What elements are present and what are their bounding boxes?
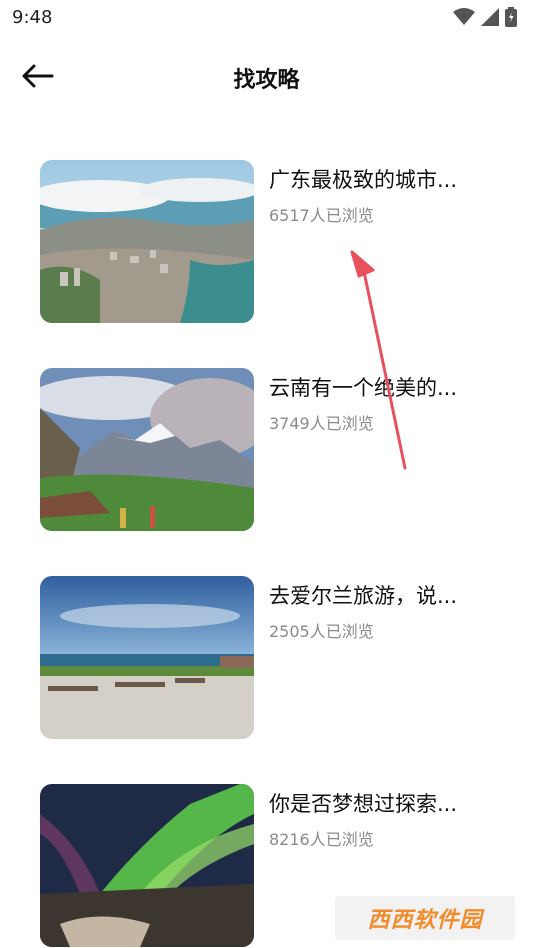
article-views: 3749人已浏览	[269, 414, 374, 433]
article-card[interactable]: 云南有一个绝美的... 3749人已浏览	[40, 368, 500, 531]
article-title: 云南有一个绝美的...	[269, 376, 458, 400]
article-thumbnail	[40, 784, 254, 947]
battery-icon	[505, 7, 517, 31]
article-card[interactable]: 去爱尔兰旅游，说... 2505人已浏览	[40, 576, 500, 739]
article-thumbnail	[40, 368, 254, 531]
article-views: 6517人已浏览	[269, 206, 374, 225]
article-thumbnail	[40, 576, 254, 739]
watermark-logo: 西西软件园	[335, 896, 515, 940]
article-title: 去爱尔兰旅游，说...	[269, 584, 458, 608]
article-title: 你是否梦想过探索...	[269, 792, 458, 816]
status-bar: 9:48	[0, 0, 533, 36]
article-views: 2505人已浏览	[269, 622, 374, 641]
article-title: 广东最极致的城市...	[269, 168, 458, 192]
status-time: 9:48	[12, 7, 53, 28]
status-icons	[453, 7, 517, 31]
page-title: 找攻略	[233, 68, 300, 93]
signal-icon	[481, 8, 499, 30]
article-card[interactable]: 广东最极致的城市... 6517人已浏览	[40, 160, 500, 323]
header-bar: 找攻略	[0, 48, 533, 108]
watermark-text: 西西软件园	[367, 908, 483, 933]
article-thumbnail	[40, 160, 254, 323]
article-views: 8216人已浏览	[269, 830, 374, 849]
wifi-icon	[453, 8, 475, 30]
